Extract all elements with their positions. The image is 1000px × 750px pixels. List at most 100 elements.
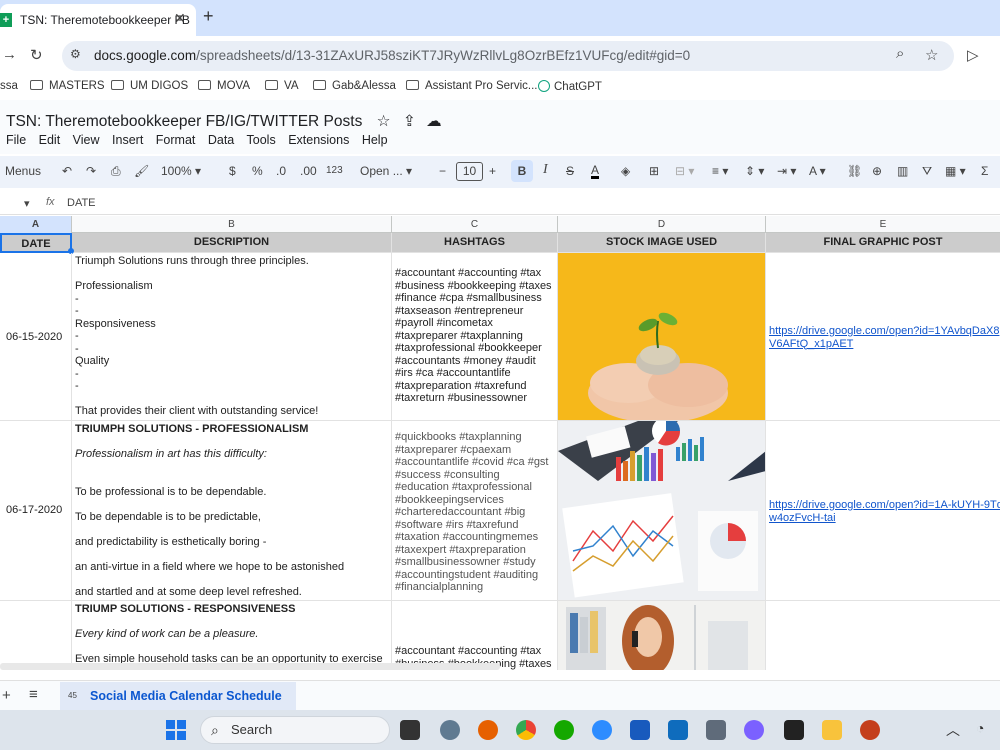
upwork-icon[interactable] — [554, 720, 574, 740]
menu-help[interactable]: Help — [362, 133, 388, 147]
filter-icon[interactable]: ⛛ — [922, 164, 932, 179]
menu-insert[interactable]: Insert — [112, 133, 143, 147]
paint-format-icon[interactable]: 🖌 — [134, 164, 149, 178]
font-select[interactable]: Open ... ▾ — [360, 164, 412, 178]
comment-icon[interactable]: ⊕ — [872, 164, 882, 178]
bookmark-item[interactable]: Assistant Pro Servic... — [406, 80, 537, 92]
row-hashtags-cell[interactable]: #accountant #accounting #tax #business #… — [392, 253, 558, 421]
task-view-icon[interactable] — [400, 720, 420, 740]
menu-file[interactable]: File — [6, 133, 26, 147]
copilot-icon[interactable] — [744, 720, 764, 740]
header-description[interactable]: DESCRIPTION — [72, 233, 392, 253]
bookmark-item[interactable]: MASTERS — [30, 80, 105, 92]
browser-tab[interactable]: + TSN: Theremotebookkeeper FB ✕ — [0, 4, 196, 36]
column-header-a[interactable]: A — [0, 216, 72, 233]
row-final-graphic-cell[interactable]: https://drive.google.com/open?id=1YAvbqD… — [766, 253, 1000, 421]
all-sheets-icon[interactable]: ≡ — [29, 686, 38, 703]
vertical-align-icon[interactable]: ⇕ ▾ — [745, 164, 764, 178]
reload-icon[interactable]: ↻ — [30, 46, 43, 64]
row-hashtags-cell[interactable]: #quickbooks #taxplanning #taxpreparer #c… — [392, 421, 558, 601]
horizontal-scrollbar[interactable] — [0, 663, 500, 670]
bookmark-item[interactable]: ssa — [0, 80, 18, 92]
percent-button[interactable]: % — [252, 164, 263, 178]
name-box-dropdown-icon[interactable]: ▾ — [24, 197, 30, 210]
taskbar-search[interactable]: ⌕ Search — [200, 716, 390, 744]
currency-button[interactable]: $ — [229, 164, 236, 178]
header-final-graphic[interactable]: FINAL GRAPHIC POST — [766, 233, 1000, 253]
drive-link[interactable]: https://drive.google.com/open?id=1A-kUYH… — [766, 499, 1000, 512]
star-icon[interactable]: ☆ — [377, 113, 391, 130]
menu-tools[interactable]: Tools — [247, 133, 276, 147]
document-title[interactable]: TSN: Theremotebookkeeper FB/IG/TWITTER P… — [6, 112, 442, 131]
row-date-cell[interactable]: 06-15-2020 — [0, 253, 72, 421]
bookmark-item[interactable]: MOVA — [198, 80, 250, 92]
drive-link[interactable]: https://drive.google.com/open?id=1YAvbqD… — [766, 325, 1000, 338]
sticky-notes-icon[interactable] — [784, 720, 804, 740]
merge-cells-icon[interactable]: ⊟ ▾ — [675, 164, 694, 178]
header-stock-image[interactable]: STOCK IMAGE USED — [558, 233, 766, 253]
link-icon[interactable]: ⛓ — [847, 164, 862, 178]
filter-views-icon[interactable]: ▦ ▾ — [945, 164, 966, 178]
tray-chevron-icon[interactable]: ︿ — [946, 720, 960, 740]
address-bar[interactable]: docs.google.com/spreadsheets/d/13-31ZAxU… — [62, 41, 954, 71]
header-hashtags[interactable]: HASHTAGS — [392, 233, 558, 253]
forward-icon[interactable]: → — [2, 46, 17, 63]
site-info-icon[interactable]: ⚙ — [70, 47, 81, 61]
fill-color-icon[interactable]: ◈ — [621, 164, 630, 178]
close-tab-icon[interactable]: ✕ — [174, 10, 186, 27]
bookmark-item[interactable]: ChatGPT — [538, 80, 602, 93]
row-date-cell[interactable] — [0, 601, 72, 670]
settings-icon[interactable] — [440, 720, 460, 740]
column-header-b[interactable]: B — [72, 216, 392, 233]
row-date-cell[interactable]: 06-17-2020 — [0, 421, 72, 601]
column-header-d[interactable]: D — [558, 216, 766, 233]
wifi-icon[interactable]: ◔ — [976, 720, 984, 736]
row-description-cell[interactable]: TRIUMP SOLUTIONS - RESPONSIVENESS Every … — [72, 601, 392, 670]
functions-icon[interactable]: Σ — [981, 164, 988, 178]
row-description-cell[interactable]: TRIUMPH SOLUTIONS - PROFESSIONALISM Prof… — [72, 421, 392, 601]
text-color-icon[interactable]: A — [591, 164, 600, 179]
send-icon[interactable]: ▷ — [967, 46, 979, 64]
chrome-icon[interactable] — [516, 720, 536, 740]
windows-start-icon[interactable] — [166, 720, 186, 740]
drive-link[interactable]: w4ozFvcH-tai — [766, 512, 1000, 525]
row-final-graphic-cell[interactable]: https://drive.google.com/open?id=1A-kUYH… — [766, 421, 1000, 601]
firefox-icon[interactable] — [478, 720, 498, 740]
zoom-select[interactable]: 100% ▾ — [161, 164, 201, 178]
formula-input[interactable]: DATE — [67, 197, 96, 209]
strikethrough-icon[interactable]: S — [566, 164, 574, 178]
menu-format[interactable]: Format — [156, 133, 196, 147]
menu-edit[interactable]: Edit — [39, 133, 61, 147]
chart-icon[interactable]: ▥ — [897, 164, 908, 178]
calculator-icon[interactable] — [706, 720, 726, 740]
stock-image-charts[interactable] — [558, 421, 766, 601]
redo-icon[interactable]: ↷ — [86, 164, 96, 178]
undo-icon[interactable]: ↶ — [62, 164, 72, 178]
borders-icon[interactable]: ⊞ — [649, 164, 659, 178]
align-icon[interactable]: ≡ ▾ — [712, 164, 728, 178]
bookmark-star-icon[interactable]: ☆ — [925, 46, 938, 64]
font-size-input[interactable]: 10 — [456, 162, 483, 181]
sheet-tab-social-media[interactable]: 45 Social Media Calendar Schedule ▼ — [60, 682, 296, 731]
menu-view[interactable]: View — [73, 133, 100, 147]
print-icon[interactable]: ⎙ — [111, 164, 121, 179]
new-tab-icon[interactable]: + — [203, 6, 214, 27]
zoom-icon[interactable] — [592, 720, 612, 740]
row-hashtags-cell[interactable]: #accountant #accounting #tax #business #… — [392, 601, 558, 670]
move-icon[interactable]: ⇪ — [403, 113, 416, 130]
stock-image-phone-woman[interactable] — [558, 601, 766, 670]
row-description-cell[interactable]: Triumph Solutions runs through three pri… — [72, 253, 392, 421]
powerpoint-icon[interactable] — [860, 720, 880, 740]
outlook-icon[interactable] — [668, 720, 688, 740]
decrease-font-icon[interactable]: − — [439, 164, 446, 178]
bookmark-item[interactable]: Gab&Alessa — [313, 80, 396, 92]
text-wrap-icon[interactable]: ⇥ ▾ — [777, 164, 796, 178]
increase-decimal-button[interactable]: .00 — [300, 164, 317, 178]
word-icon[interactable] — [630, 720, 650, 740]
file-explorer-icon[interactable] — [822, 720, 842, 740]
column-header-e[interactable]: E — [766, 216, 1000, 233]
search-menus-button[interactable]: Menus — [5, 164, 41, 178]
bookmark-item[interactable]: UM DIGOS — [111, 80, 188, 92]
italic-button[interactable]: I — [543, 162, 548, 178]
number-format-button[interactable]: 123 — [326, 165, 343, 176]
